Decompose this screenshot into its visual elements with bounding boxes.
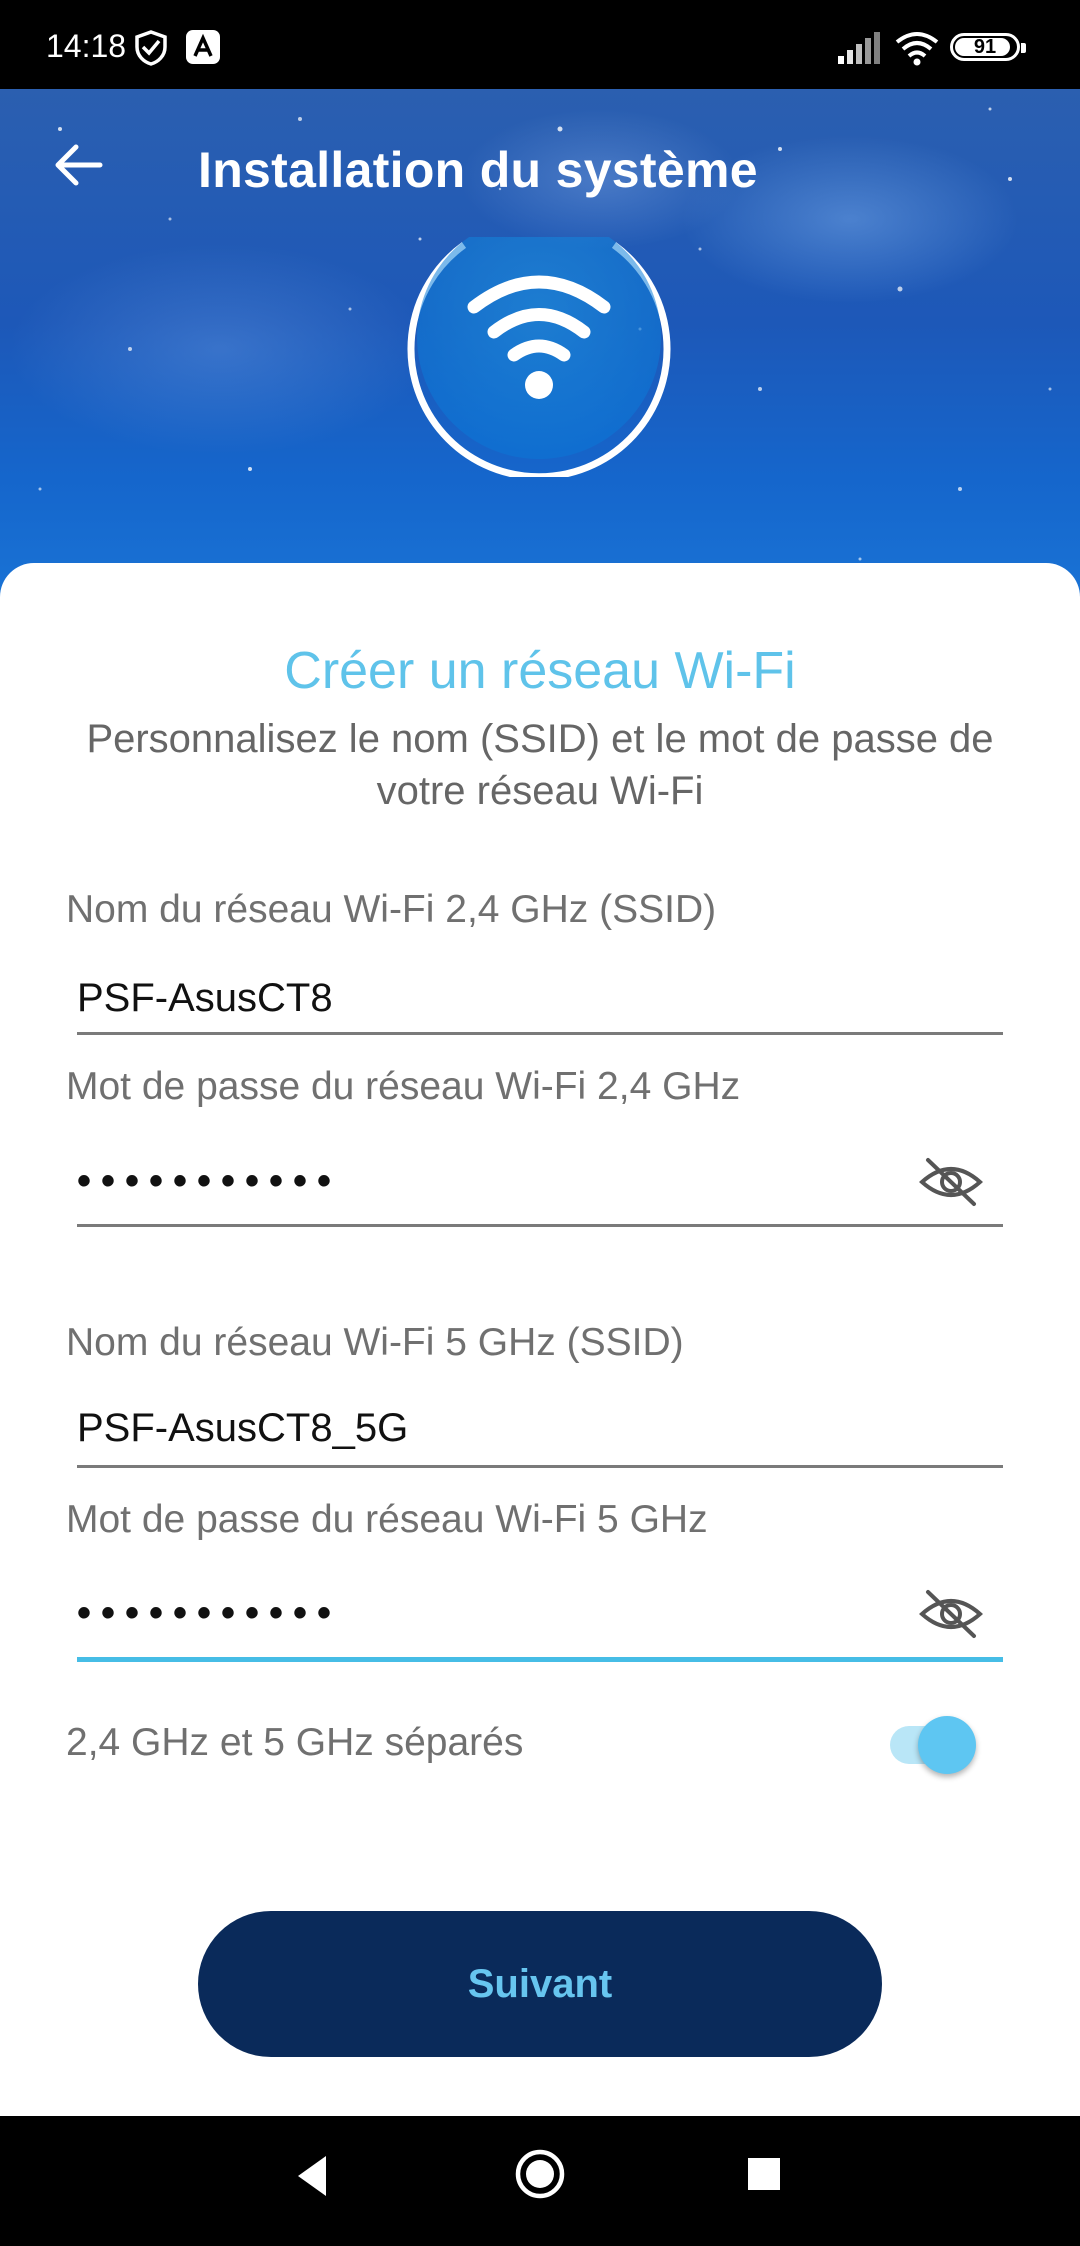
ssid-5-input[interactable]: PSF-AsusCT8_5G bbox=[77, 1406, 408, 1451]
form-card: Créer un réseau Wi-Fi Personnalisez le n… bbox=[0, 563, 1080, 2116]
shield-icon bbox=[135, 30, 167, 66]
toggle-knob[interactable] bbox=[918, 1716, 976, 1774]
password-5-input[interactable]: ••••••••••• bbox=[77, 1591, 341, 1636]
password-5-label: Mot de passe du réseau Wi-Fi 5 GHz bbox=[66, 1498, 708, 1541]
ssid-5-label: Nom du réseau Wi-Fi 5 GHz (SSID) bbox=[66, 1321, 684, 1364]
password-24-underline bbox=[77, 1224, 1003, 1227]
status-bar: 14:18 91 bbox=[0, 0, 1080, 89]
form-title: Créer un réseau Wi-Fi bbox=[284, 642, 796, 700]
password-5-underline bbox=[77, 1657, 1003, 1662]
password-24-label: Mot de passe du réseau Wi-Fi 2,4 GHz bbox=[66, 1065, 741, 1108]
ssid-24-label: Nom du réseau Wi-Fi 2,4 GHz (SSID) bbox=[66, 888, 717, 931]
hide-password-5-icon[interactable] bbox=[918, 1586, 984, 1642]
status-time: 14:18 bbox=[46, 28, 127, 64]
back-triangle-icon[interactable] bbox=[290, 2150, 334, 2202]
ssid-24-underline bbox=[77, 1032, 1003, 1035]
battery-icon: 91 bbox=[950, 33, 1026, 61]
header: Installation du système bbox=[0, 89, 1080, 609]
app-notification-icon bbox=[186, 30, 220, 64]
signal-icon bbox=[838, 32, 880, 64]
next-button[interactable]: Suivant bbox=[198, 1911, 882, 2057]
separate-bands-label: 2,4 GHz et 5 GHz séparés bbox=[66, 1721, 524, 1764]
page-title: Installation du système bbox=[198, 142, 758, 198]
home-circle-icon[interactable] bbox=[514, 2146, 566, 2202]
hide-password-24-icon[interactable] bbox=[918, 1154, 984, 1210]
battery-level: 91 bbox=[973, 36, 997, 58]
wifi-icon bbox=[895, 32, 939, 66]
form-subtitle: Personnalisez le nom (SSID) et le mot de… bbox=[86, 717, 994, 813]
ssid-5-underline bbox=[77, 1465, 1003, 1468]
wifi-circle-icon bbox=[407, 237, 671, 477]
back-arrow-icon[interactable] bbox=[50, 137, 106, 193]
recents-square-icon[interactable] bbox=[744, 2154, 784, 2194]
password-24-input[interactable]: ••••••••••• bbox=[77, 1159, 341, 1204]
navigation-bar bbox=[0, 2116, 1080, 2246]
ssid-24-input[interactable]: PSF-AsusCT8 bbox=[77, 976, 333, 1021]
